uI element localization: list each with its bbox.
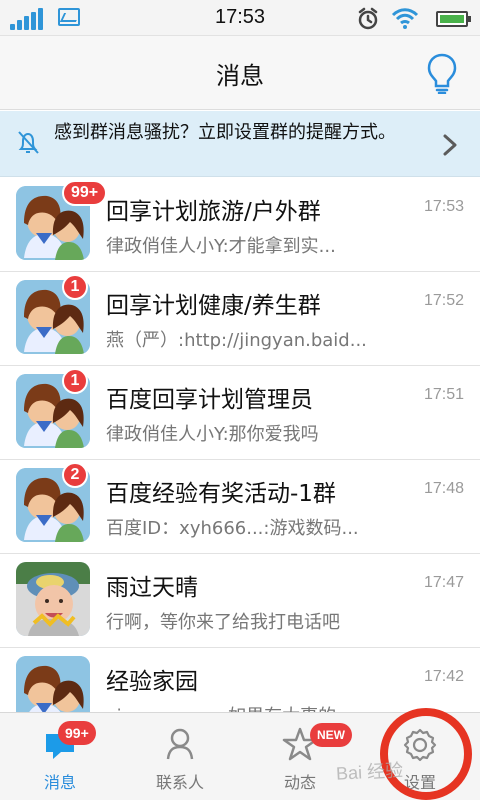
message-time: 17:47 [423, 574, 464, 591]
muted-bell-icon [18, 131, 39, 154]
conversation-name: 经验家园 [106, 669, 198, 695]
settings-highlight-circle [380, 708, 472, 800]
unread-badge: 2 [62, 462, 88, 488]
conversation-name: 百度回享计划管理员 [106, 387, 313, 413]
tab-label: 联系人 [155, 773, 204, 792]
message-preview: xiaoconcouw:如果有太事的 [106, 702, 376, 712]
watermark: Bai 经验 [335, 760, 404, 784]
tab-unread-badge: 99+ [58, 721, 96, 745]
contact-icon [166, 728, 194, 760]
message-row[interactable]: 99+ 回享计划旅游/户外群 律政俏佳人小Y:才能拿到实... 17:53 [0, 178, 480, 272]
conversation-name: 回享计划旅游/户外群 [106, 199, 321, 225]
message-time: 17:42 [423, 668, 464, 685]
message-row[interactable]: 2 百度经验有奖活动-1群 百度ID：xyh666...:游戏数码... 17:… [0, 460, 480, 554]
message-preview: 行啊，等你来了给我打电话吧 [106, 612, 340, 633]
unread-badge: 99+ [62, 180, 108, 206]
wifi-icon [391, 8, 419, 29]
message-row[interactable]: 雨过天晴 行啊，等你来了给我打电话吧 17:47 [0, 554, 480, 648]
unread-badge: 1 [62, 368, 88, 394]
conversation-name: 雨过天晴 [106, 575, 198, 601]
status-bar: 17:53 [0, 0, 480, 36]
message-time: 17:48 [423, 480, 464, 497]
lightbulb-icon[interactable] [426, 52, 458, 94]
message-list: 99+ 回享计划旅游/户外群 律政俏佳人小Y:才能拿到实... 17:53 1 … [0, 178, 480, 712]
group-notice-banner[interactable]: 感到群消息骚扰？立即设置群的提醒方式。 [0, 111, 480, 177]
message-preview: 燕（严）:http://jingyan.baid... [106, 330, 367, 351]
message-preview: 百度ID：xyh666...:游戏数码... [106, 518, 359, 539]
message-row[interactable]: 经验家园 xiaoconcouw:如果有太事的 17:42 [0, 648, 480, 712]
message-time: 17:53 [423, 198, 464, 215]
chevron-right-icon[interactable] [440, 133, 460, 157]
child-avatar [16, 562, 90, 636]
group-avatar [16, 656, 90, 712]
unread-badge: 1 [62, 274, 88, 300]
conversation-name: 百度经验有奖活动-1群 [106, 481, 336, 507]
tab-label: 消息 [43, 773, 76, 792]
message-row[interactable]: 1 百度回享计划管理员 律政俏佳人小Y:那你爱我吗 17:51 [0, 366, 480, 460]
message-time: 17:51 [423, 386, 464, 403]
qq-message-screen: 17:53 消息 感到群消息骚扰？立即设置群的提醒方式。 99+ 回享计划旅游/… [0, 0, 480, 800]
tab-contacts[interactable]: 联系人 [120, 713, 240, 800]
message-time: 17:52 [423, 292, 464, 309]
tab-messages[interactable]: 99+ 消息 [0, 713, 120, 800]
message-preview: 律政俏佳人小Y:才能拿到实... [106, 236, 336, 257]
new-badge: NEW [310, 723, 352, 747]
page-title: 消息 [216, 62, 264, 90]
message-preview: 律政俏佳人小Y:那你爱我吗 [106, 424, 319, 445]
tab-updates[interactable]: NEW 动态 [240, 713, 360, 800]
message-row[interactable]: 1 回享计划健康/养生群 燕（严）:http://jingyan.baid...… [0, 272, 480, 366]
battery-icon [436, 11, 471, 27]
conversation-name: 回享计划健康/养生群 [106, 293, 321, 319]
header: 消息 [0, 36, 480, 110]
notice-text: 感到群消息骚扰？立即设置群的提醒方式。 [54, 122, 396, 143]
alarm-icon [358, 7, 378, 30]
